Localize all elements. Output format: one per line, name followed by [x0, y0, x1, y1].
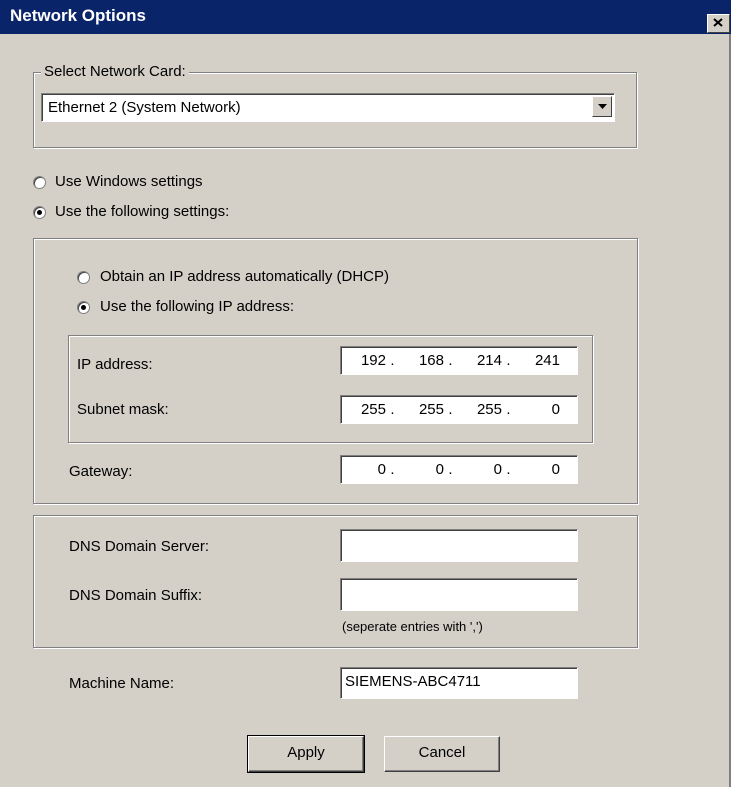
ip-dot: .	[506, 352, 511, 369]
network-card-legend: Select Network Card:	[41, 63, 189, 80]
ip-octet: 241	[534, 352, 560, 369]
use-windows-settings-label: Use Windows settings	[55, 173, 203, 190]
gateway-input[interactable]: 0. 0. 0. 0	[340, 455, 578, 484]
machine-name-label: Machine Name:	[69, 675, 175, 692]
ip-dot: .	[448, 352, 453, 369]
gateway-octet: 0	[493, 461, 502, 478]
radio-use-following-settings[interactable]	[33, 206, 46, 219]
subnet-dot: .	[506, 401, 511, 418]
gateway-dot: .	[506, 461, 511, 478]
gateway-octet: 0	[551, 461, 560, 478]
subnet-octet: 0	[551, 401, 560, 418]
gateway-label: Gateway:	[69, 463, 133, 480]
dns-server-input[interactable]	[340, 529, 578, 562]
ip-dot: .	[390, 352, 395, 369]
gateway-octet: 0	[377, 461, 386, 478]
ip-address-label: IP address:	[77, 356, 153, 373]
static-ip-label: Use the following IP address:	[100, 298, 294, 315]
dns-hint: (seperate entries with ',')	[342, 619, 483, 634]
ip-octet: 168	[418, 352, 444, 369]
radio-use-windows-settings[interactable]	[33, 176, 46, 189]
close-button[interactable]	[707, 14, 730, 33]
subnet-octet: 255	[476, 401, 502, 418]
subnet-mask-label: Subnet mask:	[77, 401, 169, 418]
close-icon	[713, 18, 723, 27]
gateway-dot: .	[390, 461, 395, 478]
dropdown-button[interactable]	[592, 96, 612, 117]
cancel-button[interactable]: Cancel	[384, 736, 500, 772]
dns-suffix-label: DNS Domain Suffix:	[69, 587, 203, 604]
subnet-mask-input[interactable]: 255. 255. 255. 0	[340, 395, 578, 424]
ip-octet: 192	[360, 352, 386, 369]
subnet-octet: 255	[360, 401, 386, 418]
dns-server-label: DNS Domain Server:	[69, 538, 210, 555]
radio-static-ip[interactable]	[77, 301, 90, 314]
chevron-down-icon	[598, 104, 607, 109]
machine-name-input[interactable]: SIEMENS-ABC4711	[340, 667, 578, 699]
apply-button[interactable]: Apply	[247, 735, 365, 773]
gateway-dot: .	[448, 461, 453, 478]
window-title: Network Options	[10, 6, 147, 25]
gateway-octet: 0	[435, 461, 444, 478]
radio-dhcp[interactable]	[77, 271, 90, 284]
network-card-selected-value: Ethernet 2 (System Network)	[48, 99, 241, 116]
use-following-settings-label: Use the following settings:	[55, 203, 230, 220]
subnet-dot: .	[390, 401, 395, 418]
dhcp-label: Obtain an IP address automatically (DHCP…	[100, 268, 390, 285]
ip-address-input[interactable]: 192. 168. 214. 241	[340, 346, 578, 375]
network-card-select[interactable]: Ethernet 2 (System Network)	[41, 93, 615, 122]
subnet-octet: 255	[418, 401, 444, 418]
subnet-dot: .	[448, 401, 453, 418]
ip-octet: 214	[476, 352, 502, 369]
dns-suffix-input[interactable]	[340, 578, 578, 611]
